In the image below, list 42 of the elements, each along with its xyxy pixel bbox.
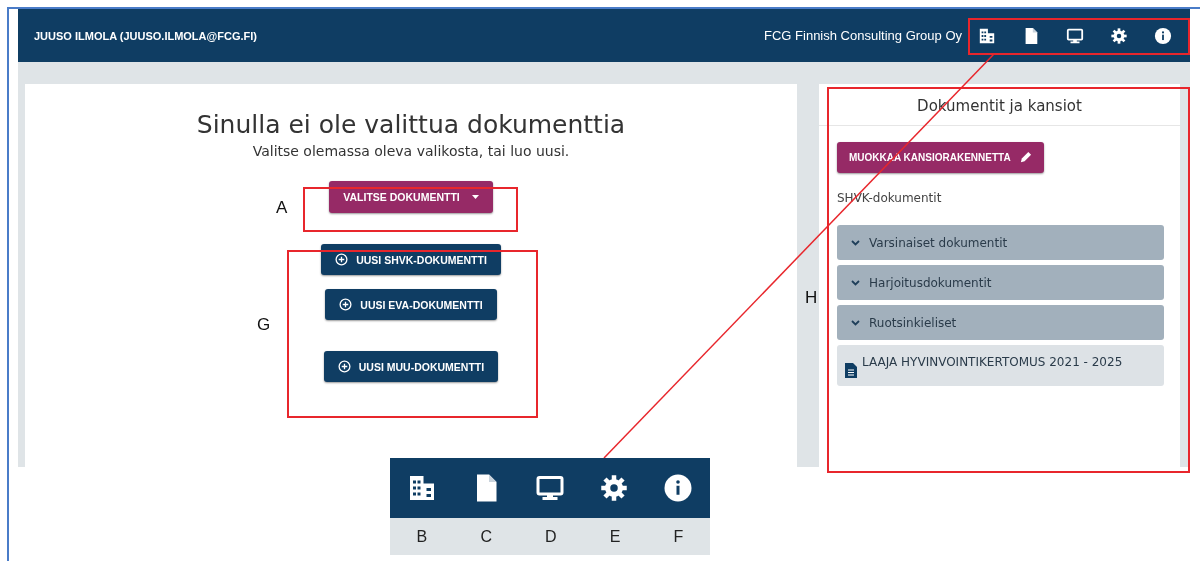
organization-name: FCG Finnish Consulting Group Oy: [764, 28, 962, 43]
annotation-letter: D: [545, 527, 557, 546]
page-title: Sinulla ei ole valittua dokumenttia: [196, 110, 626, 139]
annotation-letter: H: [805, 288, 818, 308]
annotation-letter: C: [480, 527, 492, 546]
building-icon[interactable]: [978, 26, 996, 45]
new-document-button[interactable]: UUSI SHVK-DOKUMENTTI: [321, 244, 501, 275]
annotation-letter: A: [276, 198, 288, 218]
select-document-button[interactable]: VALITSE DOKUMENTTI: [329, 181, 493, 213]
folder-name: Ruotsinkieliset: [869, 315, 957, 330]
new-document-button[interactable]: UUSI MUU-DOKUMENTTI: [323, 351, 499, 382]
folder-item[interactable]: Harjoitusdokumentit: [837, 265, 1164, 300]
folder-item[interactable]: Ruotsinkieliset: [837, 305, 1164, 340]
annotation-letter: G: [257, 315, 271, 335]
annotation-letter: E: [609, 527, 621, 546]
settings-icon[interactable]: [599, 473, 629, 503]
folder-name: Harjoitusdokumentit: [869, 275, 992, 290]
monitor-icon[interactable]: [535, 473, 565, 503]
chevron-icon: [851, 319, 860, 326]
document-item[interactable]: LAAJA HYVINVOINTIKERTOMUS 2021 - 2025: [837, 345, 1164, 386]
folder-name: Varsinaiset dokumentit: [869, 235, 1008, 250]
pencil-icon: [1018, 151, 1032, 164]
user-name: JUUSO ILMOLA (JUUSO.ILMOLA@FCG.FI): [34, 29, 257, 42]
annotation-letter: B: [416, 527, 428, 546]
chevron-icon: [851, 279, 860, 286]
info-icon[interactable]: [1154, 26, 1172, 45]
add-icon: [337, 360, 351, 373]
info-icon[interactable]: [663, 473, 693, 503]
page-subtitle: Valitse olemassa oleva valikosta, tai luo uusi.: [252, 143, 570, 159]
annotation-letter: F: [673, 527, 684, 546]
new-document-button[interactable]: UUSI EVA-DOKUMENTTI: [325, 289, 497, 320]
add-icon: [335, 253, 349, 266]
document-icon: [845, 363, 857, 378]
folder-item[interactable]: Varsinaiset dokumentit: [837, 225, 1164, 260]
chevron-icon: [851, 239, 860, 246]
caret-icon: [471, 195, 479, 199]
building-icon[interactable]: [407, 473, 437, 503]
document-name: LAAJA HYVINVOINTIKERTOMUS 2021 - 2025: [862, 354, 1123, 371]
add-icon: [339, 298, 353, 311]
monitor-icon[interactable]: [1066, 26, 1084, 45]
settings-icon[interactable]: [1110, 26, 1128, 45]
edit-folders-button[interactable]: MUOKKAA KANSIORAKENNETTA: [837, 142, 1044, 173]
